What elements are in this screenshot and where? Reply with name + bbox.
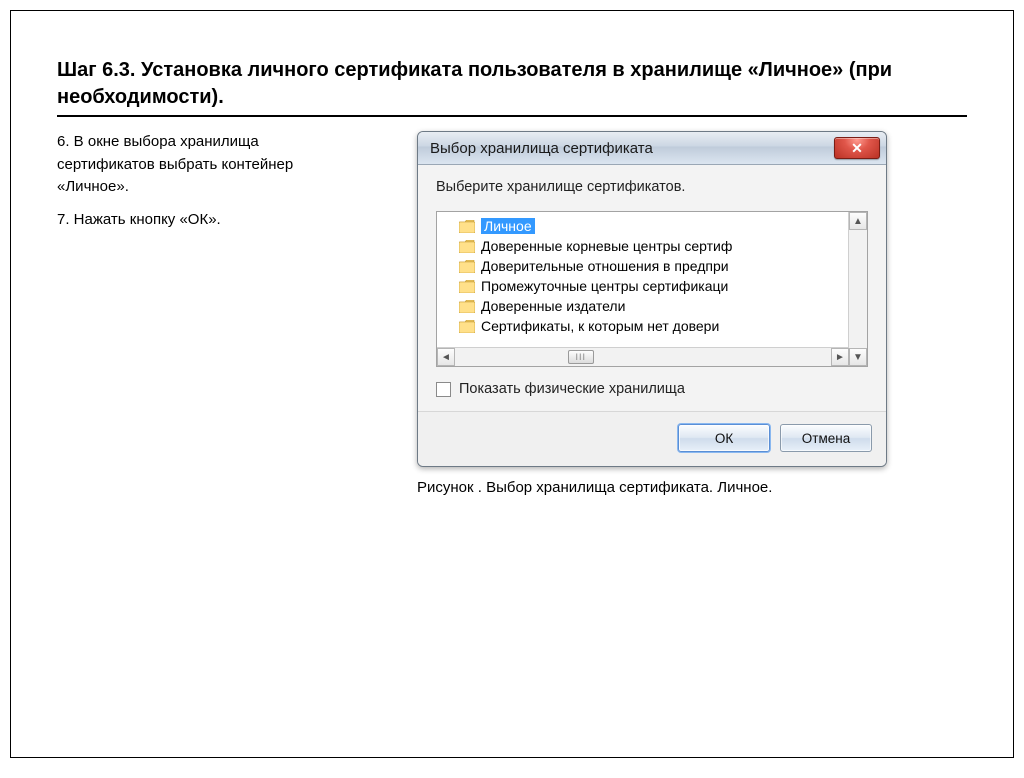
folder-icon <box>459 220 475 233</box>
tree-item[interactable]: Промежуточные центры сертификаци <box>437 276 848 296</box>
horizontal-scrollbar[interactable]: ◄ III ► <box>437 347 849 366</box>
tree-item-label: Личное <box>481 218 535 234</box>
scroll-left-icon[interactable]: ◄ <box>437 348 455 366</box>
scroll-down-icon[interactable]: ▼ <box>849 348 867 366</box>
folder-icon <box>459 300 475 313</box>
show-physical-stores-label: Показать физические хранилища <box>459 381 685 397</box>
scroll-right-icon[interactable]: ► <box>831 348 849 366</box>
scroll-thumb[interactable]: III <box>568 350 594 364</box>
tree-item-label: Доверенные корневые центры сертиф <box>481 238 732 254</box>
dialog-title: Выбор хранилища сертификата <box>430 140 653 157</box>
tree-item-label: Доверительные отношения в предпри <box>481 258 729 274</box>
step-heading: Шаг 6.3. Установка личного сертификата п… <box>57 57 967 117</box>
folder-icon <box>459 280 475 293</box>
tree-item-label: Промежуточные центры сертификаци <box>481 278 728 294</box>
dialog-prompt: Выберите хранилище сертификатов. <box>436 179 868 195</box>
figure-caption: Рисунок . Выбор хранилища сертификата. Л… <box>417 479 885 496</box>
dialog-titlebar[interactable]: Выбор хранилища сертификата ✕ <box>418 132 886 165</box>
certificate-store-dialog: Выбор хранилища сертификата ✕ Выберите х… <box>417 131 887 467</box>
tree-item[interactable]: Сертификаты, к которым нет довери <box>437 316 848 336</box>
tree-item[interactable]: Доверенные издатели <box>437 296 848 316</box>
step-7-text: 7. Нажать кнопку «ОК». <box>57 209 357 232</box>
folder-icon <box>459 320 475 333</box>
show-physical-stores-checkbox[interactable] <box>436 382 451 397</box>
tree-item-label: Доверенные издатели <box>481 298 625 314</box>
ok-button[interactable]: ОК <box>678 424 770 452</box>
certificate-store-tree[interactable]: Личное Доверенные корневые центры сертиф Д… <box>436 211 868 367</box>
scroll-up-icon[interactable]: ▲ <box>849 212 867 230</box>
step-instructions: 6. В окне выбора хранилища сертификатов … <box>57 131 357 241</box>
folder-icon <box>459 260 475 273</box>
cancel-button[interactable]: Отмена <box>780 424 872 452</box>
close-button[interactable]: ✕ <box>834 137 880 159</box>
step-6-text: 6. В окне выбора хранилища сертификатов … <box>57 131 357 199</box>
folder-icon <box>459 240 475 253</box>
tree-item[interactable]: Доверенные корневые центры сертиф <box>437 236 848 256</box>
vertical-scrollbar[interactable]: ▲ ▼ <box>848 212 867 366</box>
tree-item-label: Сертификаты, к которым нет довери <box>481 318 719 334</box>
tree-item[interactable]: Личное <box>437 216 848 236</box>
tree-item[interactable]: Доверительные отношения в предпри <box>437 256 848 276</box>
close-icon: ✕ <box>851 140 863 157</box>
